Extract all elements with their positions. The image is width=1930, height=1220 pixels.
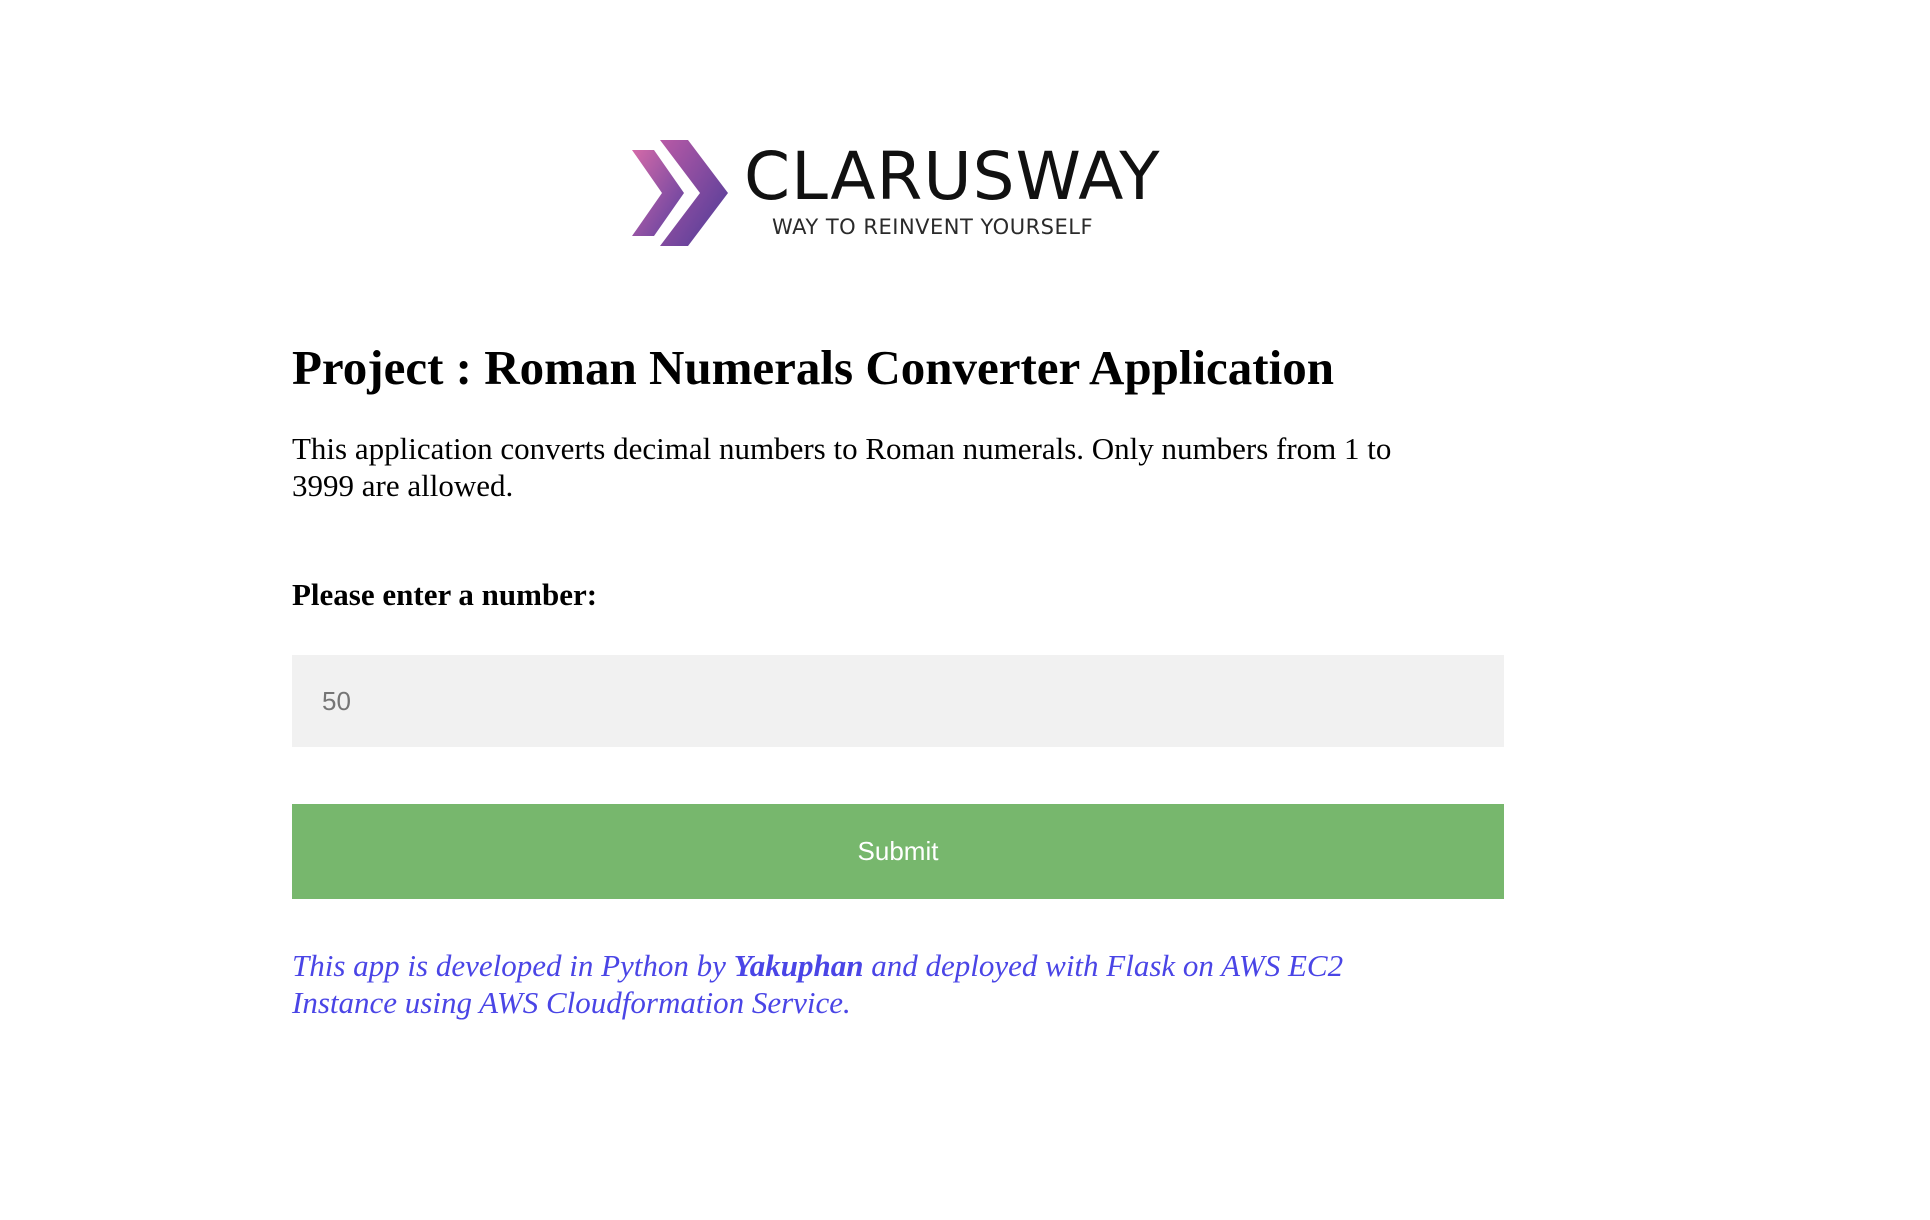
main-content: Project : Roman Numerals Converter Appli… — [292, 340, 1504, 1021]
clarusway-logo: CLARUSWAY WAY TO REINVENT YOURSELF — [632, 138, 1168, 248]
logo-tagline: WAY TO REINVENT YOURSELF — [772, 215, 1094, 239]
converter-form: Please enter a number: Submit — [292, 576, 1504, 899]
page-title: Project : Roman Numerals Converter Appli… — [292, 340, 1334, 395]
logo-wordmark: CLARUSWAY — [744, 138, 1161, 215]
footer-prefix: This app is developed in Python by — [292, 948, 734, 983]
page-description: This application converts decimal number… — [292, 431, 1392, 503]
number-field-label: Please enter a number: — [292, 577, 598, 612]
page: CLARUSWAY WAY TO REINVENT YOURSELF Proje… — [0, 0, 1930, 1220]
footer-author: Yakuphan — [733, 948, 864, 983]
submit-button[interactable]: Submit — [292, 804, 1504, 899]
footer-note: This app is developed in Python by Yakup… — [292, 947, 1452, 1021]
chevron-logo-icon — [632, 140, 728, 246]
number-input[interactable] — [292, 655, 1504, 747]
